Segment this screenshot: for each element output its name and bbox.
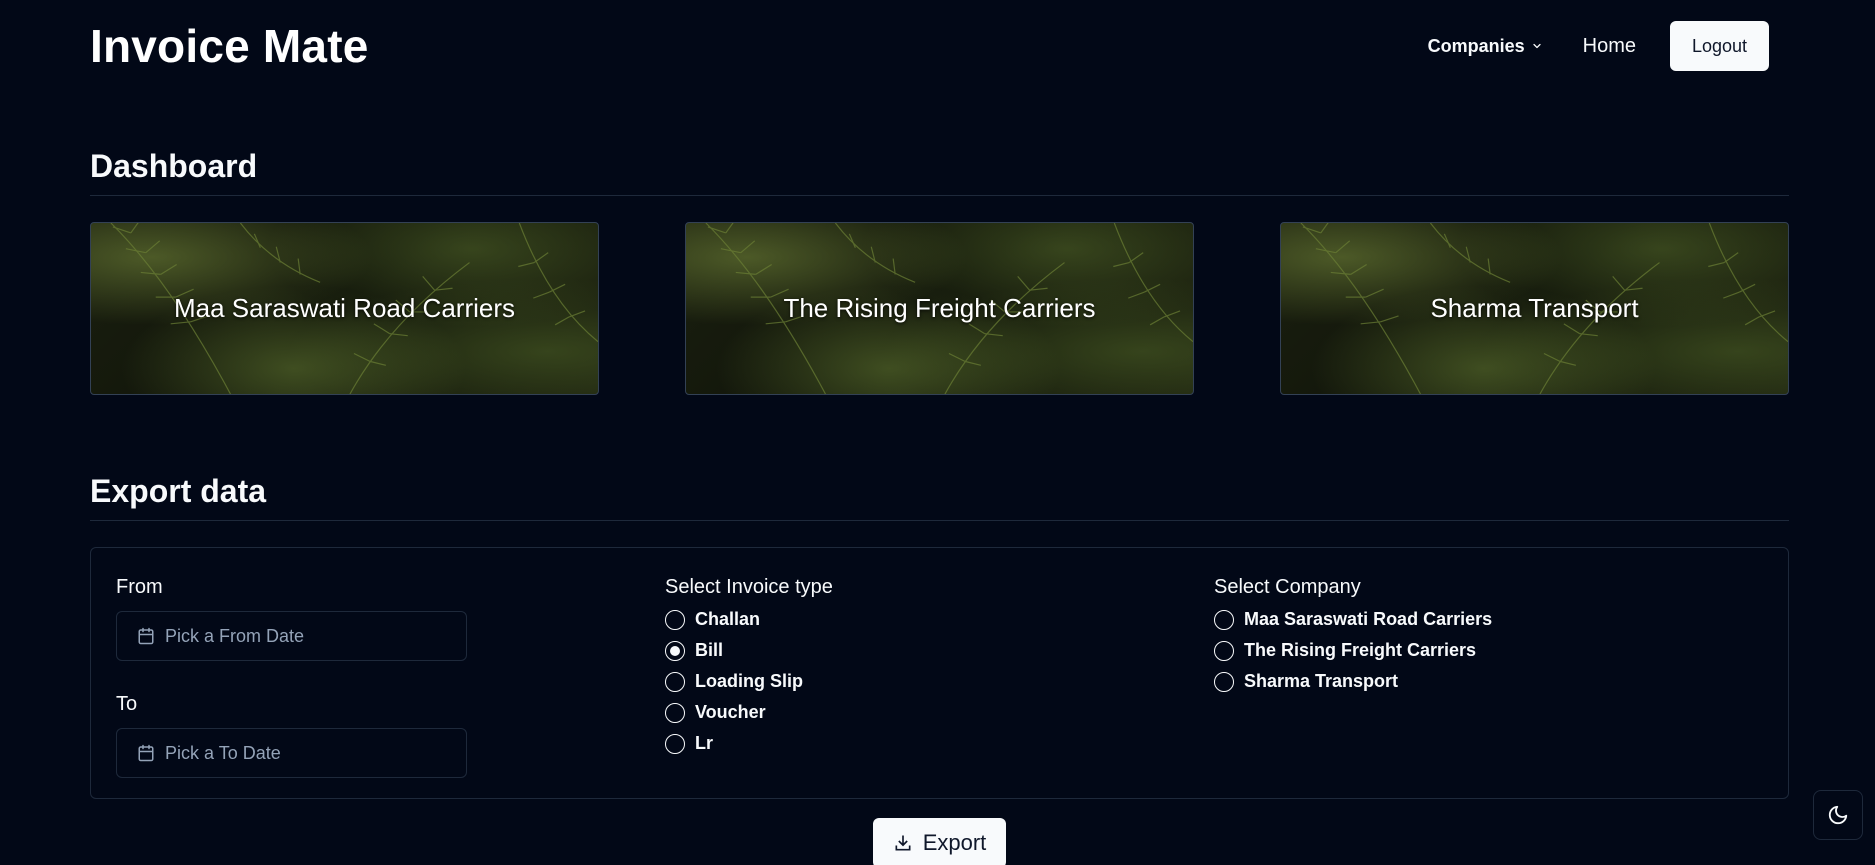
company-select-column: Select Company Maa Saraswati Road Carrie… [1214,576,1664,692]
invoice-type-label: Select Invoice type [665,576,833,598]
radio-label: Sharma Transport [1244,671,1399,691]
company-card-label: Sharma Transport [1430,293,1639,323]
companies-menu[interactable]: Companies [1428,36,1543,57]
calendar-icon [138,744,154,762]
export-button[interactable]: Export [873,818,1006,865]
radio-button[interactable] [665,733,685,754]
chevron-down-icon [1533,43,1541,49]
radio-button[interactable] [665,609,685,630]
invoice-type-option-loading-slip[interactable]: Loading Slip [665,671,1085,692]
date-range-column: From Pick a From Date To Pick a To Date [116,576,516,810]
companies-menu-label: Companies [1427,35,1525,56]
to-date-picker[interactable]: Pick a To Date [116,728,467,778]
company-card[interactable]: Sharma Transport [1280,222,1789,395]
theme-toggle-button[interactable] [1813,790,1863,840]
radio-label: Maa Saraswati Road Carriers [1244,609,1493,629]
app-brand[interactable]: Invoice Mate [90,19,369,73]
radio-label: Challan [695,609,761,629]
company-option[interactable]: The Rising Freight Carriers [1214,640,1664,661]
from-label: From [116,576,163,598]
company-option[interactable]: Maa Saraswati Road Carriers [1214,609,1664,630]
radio-button[interactable] [1214,671,1234,692]
radio-button[interactable] [1214,609,1234,630]
invoice-type-option-bill[interactable]: Bill [665,640,1085,661]
invoice-type-column: Select Invoice type Challan Bill Loading… [665,576,1085,754]
radio-label: Loading Slip [695,671,803,691]
export-button-label: Export [922,830,987,855]
select-company-label: Select Company [1214,576,1361,598]
top-nav: Companies Home Logout [1428,21,1769,71]
logout-button[interactable]: Logout [1670,21,1769,71]
from-date-placeholder: Pick a From Date [165,625,305,646]
company-card[interactable]: Maa Saraswati Road Carriers [90,222,599,395]
radio-button[interactable] [665,671,685,692]
radio-button[interactable] [665,702,685,723]
invoice-type-option-lr[interactable]: Lr [665,733,1085,754]
export-data-title: Export data [90,473,1789,521]
company-card[interactable]: The Rising Freight Carriers [685,222,1194,395]
company-cards: Maa Saraswati Road Carriers The Rising F… [90,222,1789,395]
invoice-type-option-challan[interactable]: Challan [665,609,1085,630]
top-header: Invoice Mate Companies Home Logout [90,16,1785,76]
radio-label: The Rising Freight Carriers [1244,640,1477,660]
invoice-type-radio-group: Challan Bill Loading Slip Voucher Lr [665,609,1085,754]
to-label: To [116,693,138,715]
radio-button-checked[interactable] [665,640,685,661]
radio-label: Bill [695,640,724,660]
radio-button[interactable] [1214,640,1234,661]
page: Invoice Mate Companies Home Logout Dashb… [0,0,1875,865]
dashboard-title: Dashboard [90,148,1789,196]
radio-label: Voucher [695,702,766,722]
home-link[interactable]: Home [1583,35,1636,58]
from-date-picker[interactable]: Pick a From Date [116,611,467,661]
radio-label: Lr [695,733,713,753]
company-option[interactable]: Sharma Transport [1214,671,1664,692]
export-panel: From Pick a From Date To Pick a To Date … [90,547,1789,799]
calendar-icon [138,627,154,645]
company-card-label: The Rising Freight Carriers [783,293,1096,323]
invoice-type-option-voucher[interactable]: Voucher [665,702,1085,723]
to-date-placeholder: Pick a To Date [165,742,281,763]
company-radio-group: Maa Saraswati Road Carriers The Rising F… [1214,609,1664,692]
company-card-label: Maa Saraswati Road Carriers [173,293,515,323]
moon-icon [1828,805,1848,825]
download-icon [895,835,911,851]
